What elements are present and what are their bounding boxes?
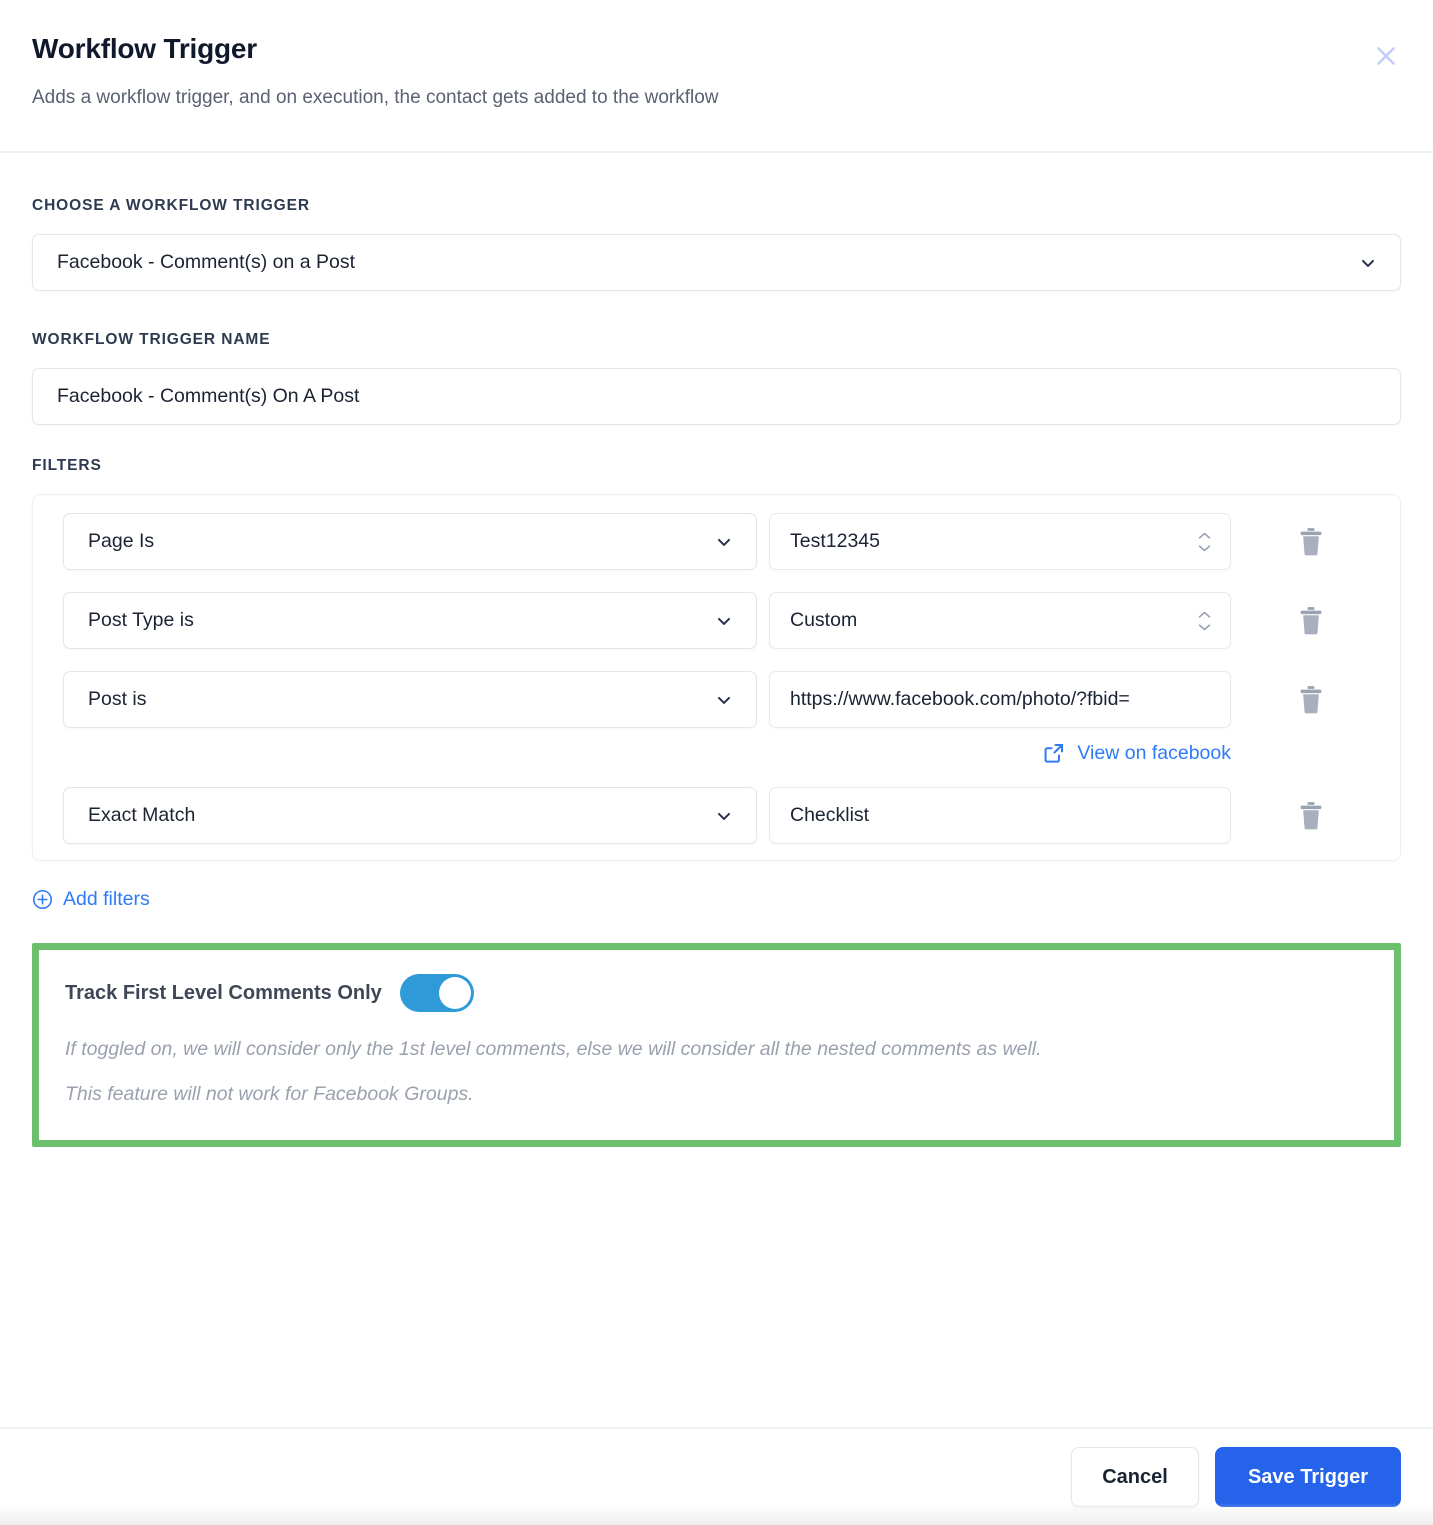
filter-value-text: Checklist <box>790 804 870 826</box>
trash-icon <box>1300 606 1321 634</box>
workflow-trigger-name-value: Facebook - Comment(s) On A Post <box>57 385 360 407</box>
page-title: Workflow Trigger <box>32 33 257 64</box>
trash-icon <box>1300 685 1321 713</box>
track-first-level-comments-hint-line-2: This feature will not work for Facebook … <box>65 1082 474 1105</box>
filters-label: FILTERS <box>32 457 102 474</box>
modal-subtitle: Adds a workflow trigger, and on executio… <box>32 86 719 108</box>
filter-row: Exact Match Checklist <box>33 787 1400 844</box>
workflow-trigger-select-value: Facebook - Comment(s) on a Post <box>57 251 356 273</box>
filter-value-text: Test12345 <box>790 530 880 552</box>
add-filters-button[interactable]: Add filters <box>32 888 150 911</box>
modal-header: Workflow Trigger Adds a workflow trigger… <box>0 0 1433 153</box>
filter-value-input[interactable]: Test12345 <box>769 513 1231 570</box>
track-first-level-comments-hint-line-1: If toggled on, we will consider only the… <box>65 1038 1042 1060</box>
track-first-level-comments-section: Track First Level Comments Only If toggl… <box>32 943 1401 1147</box>
stepper-icon[interactable] <box>1197 531 1212 552</box>
modal-body: CHOOSE A WORKFLOW TRIGGER Facebook - Com… <box>0 153 1433 1427</box>
filter-key-label: Post is <box>88 688 147 710</box>
close-icon <box>1377 47 1395 65</box>
trigger-name-label: WORKFLOW TRIGGER NAME <box>32 331 271 348</box>
trash-icon <box>1300 527 1321 555</box>
close-button[interactable] <box>1365 35 1407 77</box>
delete-filter-button[interactable] <box>1291 795 1331 837</box>
track-first-level-comments-label: Track First Level Comments Only <box>65 981 382 1004</box>
filter-key-select[interactable]: Exact Match <box>63 787 757 844</box>
toggle-knob <box>438 977 471 1009</box>
filter-key-select[interactable]: Post is <box>63 671 757 728</box>
filter-key-label: Exact Match <box>88 804 196 826</box>
view-on-facebook-link[interactable]: View on facebook <box>769 741 1231 765</box>
view-on-facebook-label: View on facebook <box>1077 741 1231 764</box>
filter-key-select[interactable]: Post Type is <box>63 592 757 649</box>
add-filters-label: Add filters <box>63 888 150 910</box>
modal-footer: Cancel Save Trigger <box>0 1427 1433 1525</box>
delete-filter-button[interactable] <box>1291 679 1331 721</box>
filter-row: Page Is Test12345 <box>33 513 1400 570</box>
trash-icon <box>1300 801 1321 829</box>
filter-value-input[interactable]: https://www.facebook.com/photo/?fbid= <box>769 671 1231 728</box>
workflow-trigger-modal: Workflow Trigger Adds a workflow trigger… <box>0 0 1433 1525</box>
cancel-button[interactable]: Cancel <box>1071 1447 1199 1507</box>
stepper-icon[interactable] <box>1197 610 1212 631</box>
filter-value-input[interactable]: Checklist <box>769 787 1231 844</box>
filter-key-label: Page Is <box>88 530 155 552</box>
delete-filter-button[interactable] <box>1291 521 1331 563</box>
trigger-select-label: CHOOSE A WORKFLOW TRIGGER <box>32 197 310 214</box>
filter-value-text: Custom <box>790 609 858 631</box>
filter-row: Post Type is Custom <box>33 592 1400 649</box>
filter-value-text: https://www.facebook.com/photo/?fbid= <box>790 688 1130 710</box>
external-link-icon <box>1045 744 1064 763</box>
chevron-down-icon <box>714 532 734 552</box>
chevron-down-icon <box>714 611 734 631</box>
delete-filter-button[interactable] <box>1291 600 1331 642</box>
save-trigger-button[interactable]: Save Trigger <box>1215 1447 1401 1507</box>
workflow-trigger-select[interactable]: Facebook - Comment(s) on a Post <box>32 234 1401 291</box>
filters-card: Page Is Test12345 Post Type is Custom Po… <box>32 494 1401 861</box>
filter-value-input[interactable]: Custom <box>769 592 1231 649</box>
chevron-down-icon <box>714 690 734 710</box>
filter-key-select[interactable]: Page Is <box>63 513 757 570</box>
filter-key-label: Post Type is <box>88 609 194 631</box>
toggle-line: Track First Level Comments Only <box>65 974 1368 1012</box>
chevron-down-icon <box>714 806 734 826</box>
workflow-trigger-name-input[interactable]: Facebook - Comment(s) On A Post <box>32 368 1401 425</box>
plus-circle-icon <box>32 889 53 910</box>
filter-row: Post is https://www.facebook.com/photo/?… <box>33 671 1400 765</box>
chevron-down-icon <box>1358 253 1378 273</box>
track-first-level-comments-toggle[interactable] <box>399 974 474 1012</box>
